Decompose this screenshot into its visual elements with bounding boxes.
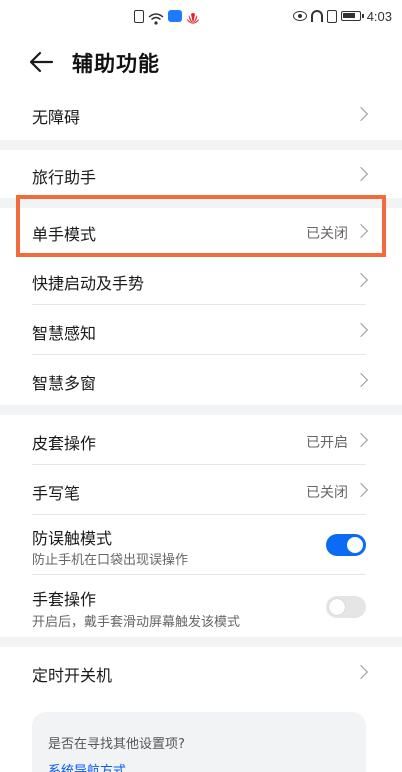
page-header: 辅助功能 bbox=[0, 36, 402, 88]
settings-group-accessibility: 无障碍 bbox=[0, 88, 402, 140]
suggestion-link[interactable]: 系统导航方式 bbox=[48, 760, 126, 772]
headphones-icon bbox=[310, 10, 323, 22]
row-glove-mode[interactable]: 手套操作 开启后，戴手套滑动屏幕触发该模式 bbox=[0, 575, 402, 637]
group-divider bbox=[0, 637, 402, 647]
row-accidental-touch[interactable]: 防误触模式 防止手机在口袋出现误操作 bbox=[0, 515, 402, 575]
row-smart-sensing[interactable]: 智慧感知 bbox=[0, 305, 402, 355]
suggestion-card: 是否在寻找其他设置项? 系统导航方式 bbox=[32, 712, 366, 772]
row-label: 定时开关机 bbox=[32, 666, 113, 685]
chevron-right-icon bbox=[353, 664, 369, 680]
row-label: 快捷启动及手势 bbox=[32, 274, 145, 293]
row-shortcuts-gestures[interactable]: 快捷启动及手势 bbox=[0, 255, 402, 305]
row-scheduled-power[interactable]: 定时开关机 bbox=[0, 647, 402, 697]
row-value: 已开启 bbox=[306, 435, 348, 451]
row-label: 防误触模式 bbox=[32, 529, 113, 548]
row-label: 智慧感知 bbox=[32, 324, 97, 343]
row-label: 皮套操作 bbox=[32, 434, 97, 453]
row-sublabel: 防止手机在口袋出现误操作 bbox=[32, 553, 189, 568]
settings-group-input: 皮套操作 已开启 手写笔 已关闭 防误触模式 防止手机在口袋出现误操作 手套操作… bbox=[0, 415, 402, 637]
cloud-icon bbox=[168, 10, 182, 22]
chevron-right-icon bbox=[353, 322, 369, 338]
status-bar: 4:03 bbox=[0, 0, 402, 32]
chevron-right-icon bbox=[353, 166, 369, 182]
glove-mode-toggle[interactable] bbox=[326, 596, 366, 618]
status-bar-left-icons bbox=[134, 6, 200, 26]
chevron-right-icon bbox=[353, 372, 369, 388]
eye-icon bbox=[292, 11, 307, 21]
settings-group-features: 旅行助手 bbox=[0, 150, 402, 198]
group-divider bbox=[0, 140, 402, 150]
row-travel-assistant[interactable]: 旅行助手 bbox=[0, 150, 402, 198]
row-sublabel: 开启后，戴手套滑动屏幕触发该模式 bbox=[32, 615, 241, 630]
wifi-icon bbox=[148, 10, 164, 25]
row-stylus[interactable]: 手写笔 已关闭 bbox=[0, 465, 402, 515]
row-accessibility[interactable]: 无障碍 bbox=[0, 88, 402, 140]
chevron-right-icon bbox=[353, 106, 369, 122]
row-label: 智慧多窗 bbox=[32, 374, 97, 393]
huawei-logo-icon bbox=[186, 10, 200, 24]
settings-group-schedule: 定时开关机 bbox=[0, 647, 402, 697]
chevron-right-icon bbox=[353, 223, 369, 239]
row-label: 无障碍 bbox=[32, 108, 81, 127]
status-bar-right-icons: 4:03 bbox=[292, 6, 392, 26]
toggle-knob bbox=[329, 599, 345, 615]
accidental-touch-toggle[interactable] bbox=[326, 534, 366, 556]
sim-card-icon bbox=[134, 9, 144, 23]
group-divider bbox=[0, 405, 402, 415]
toggle-knob bbox=[347, 537, 363, 553]
chevron-right-icon bbox=[353, 272, 369, 288]
row-value: 已关闭 bbox=[306, 226, 348, 242]
back-button[interactable] bbox=[26, 46, 58, 78]
row-label: 旅行助手 bbox=[32, 168, 97, 187]
settings-group-modes: 单手模式 已关闭 快捷启动及手势 智慧感知 智慧多窗 bbox=[0, 208, 402, 405]
row-label: 手套操作 bbox=[32, 590, 97, 609]
page-title: 辅助功能 bbox=[72, 52, 160, 76]
suggestion-question: 是否在寻找其他设置项? bbox=[48, 737, 185, 752]
row-smart-multi-window[interactable]: 智慧多窗 bbox=[0, 355, 402, 405]
vibrate-icon bbox=[326, 9, 337, 23]
arrow-left-icon bbox=[29, 51, 54, 73]
status-time: 4:03 bbox=[366, 8, 392, 24]
chevron-right-icon bbox=[353, 482, 369, 498]
row-cover-operation[interactable]: 皮套操作 已开启 bbox=[0, 415, 402, 465]
chevron-right-icon bbox=[353, 432, 369, 448]
row-label: 手写笔 bbox=[32, 484, 81, 503]
row-label: 单手模式 bbox=[32, 225, 97, 244]
group-divider bbox=[0, 198, 402, 208]
battery-icon bbox=[340, 11, 364, 21]
row-one-handed-mode[interactable]: 单手模式 已关闭 bbox=[0, 208, 402, 255]
row-value: 已关闭 bbox=[306, 485, 348, 501]
